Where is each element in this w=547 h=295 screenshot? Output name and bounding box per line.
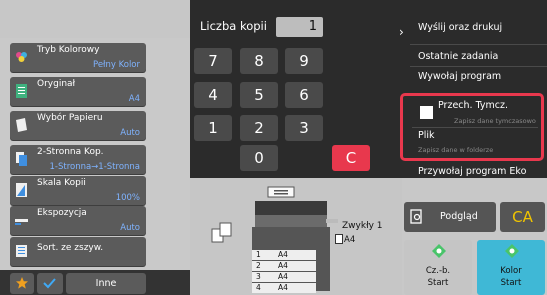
original-value: A4 xyxy=(128,94,140,104)
duplex-value: 1-Stronna→1-Stronna xyxy=(49,162,140,172)
tray-3-size: A4 xyxy=(278,272,288,281)
tray-4-size: A4 xyxy=(278,283,288,292)
star-icon xyxy=(16,277,28,289)
chevron-right-icon[interactable]: › xyxy=(399,25,404,39)
clear-all-button[interactable]: CA xyxy=(500,202,545,232)
preview-button[interactable]: Podgląd xyxy=(404,202,496,232)
temp-save-subtitle: Zapisz dane tymczasowo xyxy=(454,117,536,125)
output-tray-size: A4 xyxy=(344,235,356,245)
output-tray-label: Zwykły 1 xyxy=(342,221,383,231)
bw-start-button[interactable]: Cz.-b. Start xyxy=(404,240,472,295)
other-button[interactable]: Inne xyxy=(66,273,146,294)
color-start-button[interactable]: Kolor Start xyxy=(477,240,545,295)
color-mode-button[interactable]: Tryb Kolorowy Pełny Kolor xyxy=(10,43,146,72)
key-3[interactable]: 3 xyxy=(285,115,323,141)
clear-key[interactable]: C xyxy=(332,145,370,171)
exposure-label: Ekspozycja xyxy=(37,208,87,218)
tray-4-number: 4 xyxy=(256,283,261,292)
menu-divider xyxy=(412,127,538,128)
paper-select-value: Auto xyxy=(120,128,140,138)
check-icon xyxy=(43,278,56,289)
call-program-item[interactable]: Wywołaj program xyxy=(418,71,501,82)
color-start-line1: Kolor xyxy=(500,266,522,276)
recent-jobs-item[interactable]: Ostatnie zadania xyxy=(418,51,498,62)
key-8[interactable]: 8 xyxy=(240,48,278,74)
scale-value: 100% xyxy=(115,193,140,203)
temp-save-icon xyxy=(420,106,433,119)
key-4[interactable]: 4 xyxy=(194,82,232,108)
key-9[interactable]: 9 xyxy=(285,48,323,74)
bw-start-line2: Start xyxy=(427,278,449,288)
tray-2-number: 2 xyxy=(256,261,261,270)
start-icon xyxy=(432,244,446,258)
send-print-item[interactable]: Wyślij oraz drukuj xyxy=(418,22,502,33)
key-6[interactable]: 6 xyxy=(285,82,323,108)
exposure-value: Auto xyxy=(120,223,140,233)
tray-2-size: A4 xyxy=(278,261,288,270)
sort-staple-label: Sort. ze zszyw. xyxy=(37,243,104,253)
document-icon xyxy=(16,84,27,98)
menu-divider xyxy=(410,44,547,45)
tray-3-number: 3 xyxy=(256,272,261,281)
color-start-line2: Start xyxy=(500,278,522,288)
paper-trays: 1 A4 2 A4 3 A4 4 A4 xyxy=(252,247,316,295)
key-0[interactable]: 0 xyxy=(240,145,278,171)
tray-1-number: 1 xyxy=(256,250,261,259)
tray-3[interactable]: 3 A4 xyxy=(252,272,316,282)
file-item[interactable]: Plik xyxy=(418,130,435,141)
scale-icon xyxy=(16,183,27,197)
exposure-button[interactable]: Ekspozycja Auto xyxy=(10,206,146,235)
duplex-icon xyxy=(16,152,27,166)
duplex-label: 2-Stronna Kop. xyxy=(37,147,104,157)
paper-select-button[interactable]: Wybór Papieru Auto xyxy=(10,111,146,140)
menu-divider xyxy=(410,66,547,67)
key-2[interactable]: 2 xyxy=(240,115,278,141)
bw-start-line1: Cz.-b. xyxy=(425,266,451,276)
color-mode-value: Pełny Kolor xyxy=(93,60,140,70)
preview-icon xyxy=(410,209,422,224)
color-mode-icon xyxy=(16,52,27,62)
start-icon xyxy=(505,244,519,258)
temp-save-item[interactable]: Przech. Tymcz. xyxy=(438,100,508,111)
exposure-icon xyxy=(15,219,28,225)
key-5[interactable]: 5 xyxy=(240,82,278,108)
copies-label: Liczba kopii xyxy=(200,19,267,33)
original-label: Oryginał xyxy=(37,79,76,89)
original-button[interactable]: Oryginał A4 xyxy=(10,77,146,106)
preview-label: Podgląd xyxy=(440,211,478,222)
key-1[interactable]: 1 xyxy=(194,115,232,141)
sort-staple-button[interactable]: Sort. ze zszyw. xyxy=(10,237,146,266)
tray-1-size: A4 xyxy=(278,250,288,259)
output-tray-icon xyxy=(335,234,343,244)
color-mode-label: Tryb Kolorowy xyxy=(37,45,100,55)
scale-button[interactable]: Skala Kopii 100% xyxy=(10,176,146,205)
copies-field[interactable]: 1 xyxy=(276,17,323,37)
left-top-area xyxy=(0,0,190,38)
copy-feed-icon xyxy=(211,222,232,243)
tray-1[interactable]: 1 A4 xyxy=(252,250,316,260)
tray-2[interactable]: 2 A4 xyxy=(252,261,316,271)
paper-select-label: Wybór Papieru xyxy=(37,113,103,123)
scale-label: Skala Kopii xyxy=(37,178,86,188)
paper-icon xyxy=(16,118,27,132)
tray-4[interactable]: 4 A4 xyxy=(252,283,316,293)
check-button[interactable] xyxy=(37,273,63,294)
eco-program-item[interactable]: Przywołaj program Eko xyxy=(418,166,526,177)
file-subtitle: Zapisz dane w folderze xyxy=(418,146,494,154)
key-7[interactable]: 7 xyxy=(194,48,232,74)
favorite-button[interactable] xyxy=(10,273,34,294)
sort-icon xyxy=(16,245,27,257)
duplex-button[interactable]: 2-Stronna Kop. 1-Stronna→1-Stronna xyxy=(10,145,146,174)
